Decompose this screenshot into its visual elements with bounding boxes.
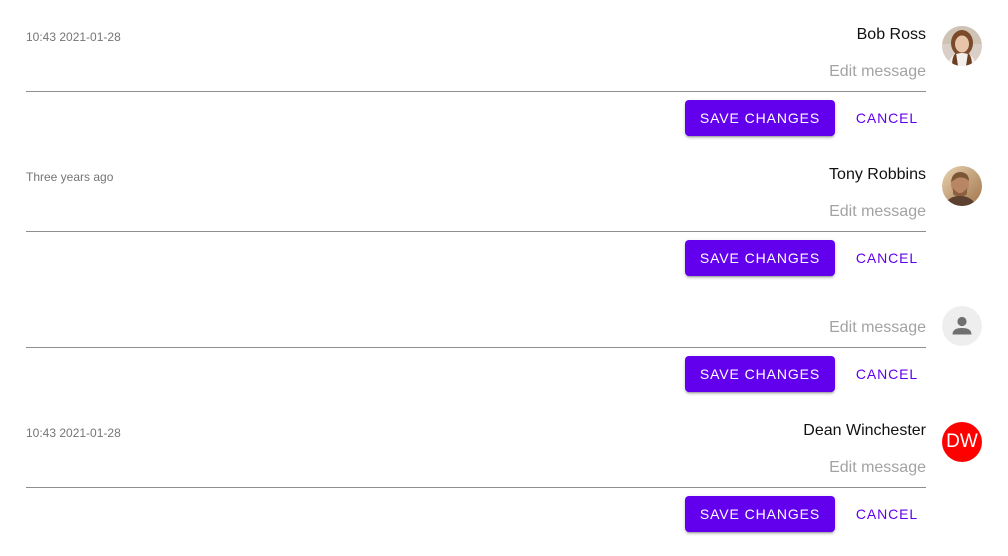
man-portrait-photo [942, 166, 982, 206]
person-icon [952, 316, 972, 335]
edit-message-input[interactable] [26, 61, 926, 92]
cancel-button[interactable]: CANCEL [846, 496, 928, 532]
message-author: Tony Robbins [829, 166, 926, 183]
message-timestamp: 10:43 2021-01-28 [26, 30, 121, 44]
cancel-button[interactable]: CANCEL [846, 240, 928, 276]
avatar[interactable] [942, 166, 982, 206]
edit-message-input[interactable] [26, 317, 926, 348]
save-changes-button[interactable]: SAVE CHANGES [685, 100, 835, 136]
save-changes-button[interactable]: SAVE CHANGES [685, 496, 835, 532]
cancel-button[interactable]: CANCEL [846, 100, 928, 136]
avatar[interactable] [942, 306, 982, 346]
message-author: Dean Winchester [803, 422, 926, 439]
avatar[interactable] [942, 26, 982, 66]
message-list: 10:43 2021-01-28 Bob Ross SAVE CHANGES C… [0, 0, 1008, 556]
message-timestamp: 10:43 2021-01-28 [26, 426, 121, 440]
save-changes-button[interactable]: SAVE CHANGES [685, 356, 835, 392]
message-timestamp: Three years ago [26, 170, 114, 184]
edit-message-input[interactable] [26, 201, 926, 232]
avatar[interactable]: DW [942, 422, 982, 462]
message-author: Bob Ross [856, 26, 926, 43]
save-changes-button[interactable]: SAVE CHANGES [685, 240, 835, 276]
woman-portrait-photo [942, 26, 982, 66]
edit-message-input[interactable] [26, 457, 926, 488]
cancel-button[interactable]: CANCEL [846, 356, 928, 392]
